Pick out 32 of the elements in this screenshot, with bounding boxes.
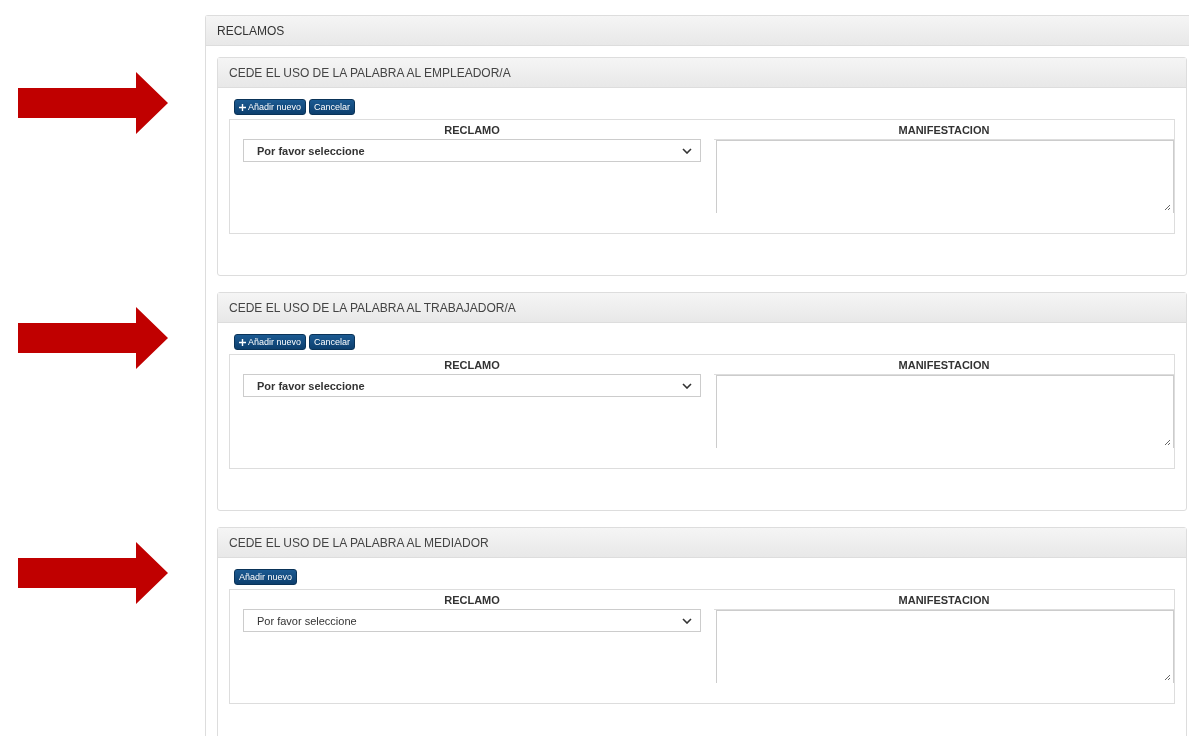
column-header: MANIFESTACION xyxy=(714,590,1174,610)
resize-grip-icon xyxy=(1163,438,1171,446)
select-field[interactable]: Por favor seleccione xyxy=(243,609,701,632)
arrow-icon xyxy=(18,542,168,604)
action-button[interactable]: Añadir nuevo xyxy=(234,99,307,115)
text-area[interactable] xyxy=(716,610,1174,683)
plus-icon xyxy=(239,103,246,111)
column-header: MANIFESTACION xyxy=(714,355,1174,375)
text-area[interactable] xyxy=(716,375,1174,448)
panel-title: RECLAMOS xyxy=(217,23,285,38)
action-button[interactable]: Cancelar xyxy=(309,334,356,350)
action-button[interactable]: Añadir nuevo xyxy=(234,569,298,585)
section-title: CEDE EL USO DE LA PALABRA AL EMPLEADOR/A xyxy=(229,65,511,80)
chevron-icon xyxy=(682,382,692,389)
action-button[interactable]: Cancelar xyxy=(309,99,356,115)
column-header: RECLAMO xyxy=(443,593,501,608)
chevron-icon xyxy=(682,617,692,624)
plus-icon xyxy=(239,338,246,346)
column-header: RECLAMO xyxy=(443,123,501,138)
column-header: MANIFESTACION xyxy=(714,120,1174,140)
section-title: CEDE EL USO DE LA PALABRA AL TRABAJADOR/A xyxy=(229,300,516,315)
arrow-icon xyxy=(18,307,168,369)
text-area[interactable] xyxy=(716,140,1174,213)
resize-grip-icon xyxy=(1163,203,1171,211)
select-field[interactable]: Por favor seleccione xyxy=(243,139,701,162)
chevron-icon xyxy=(682,147,692,154)
column-header: RECLAMO xyxy=(443,358,501,373)
section-title: CEDE EL USO DE LA PALABRA AL MEDIADOR xyxy=(229,535,489,550)
select-field[interactable]: Por favor seleccione xyxy=(243,374,701,397)
action-button[interactable]: Añadir nuevo xyxy=(234,334,307,350)
arrow-icon xyxy=(18,72,168,134)
resize-grip-icon xyxy=(1163,673,1171,681)
